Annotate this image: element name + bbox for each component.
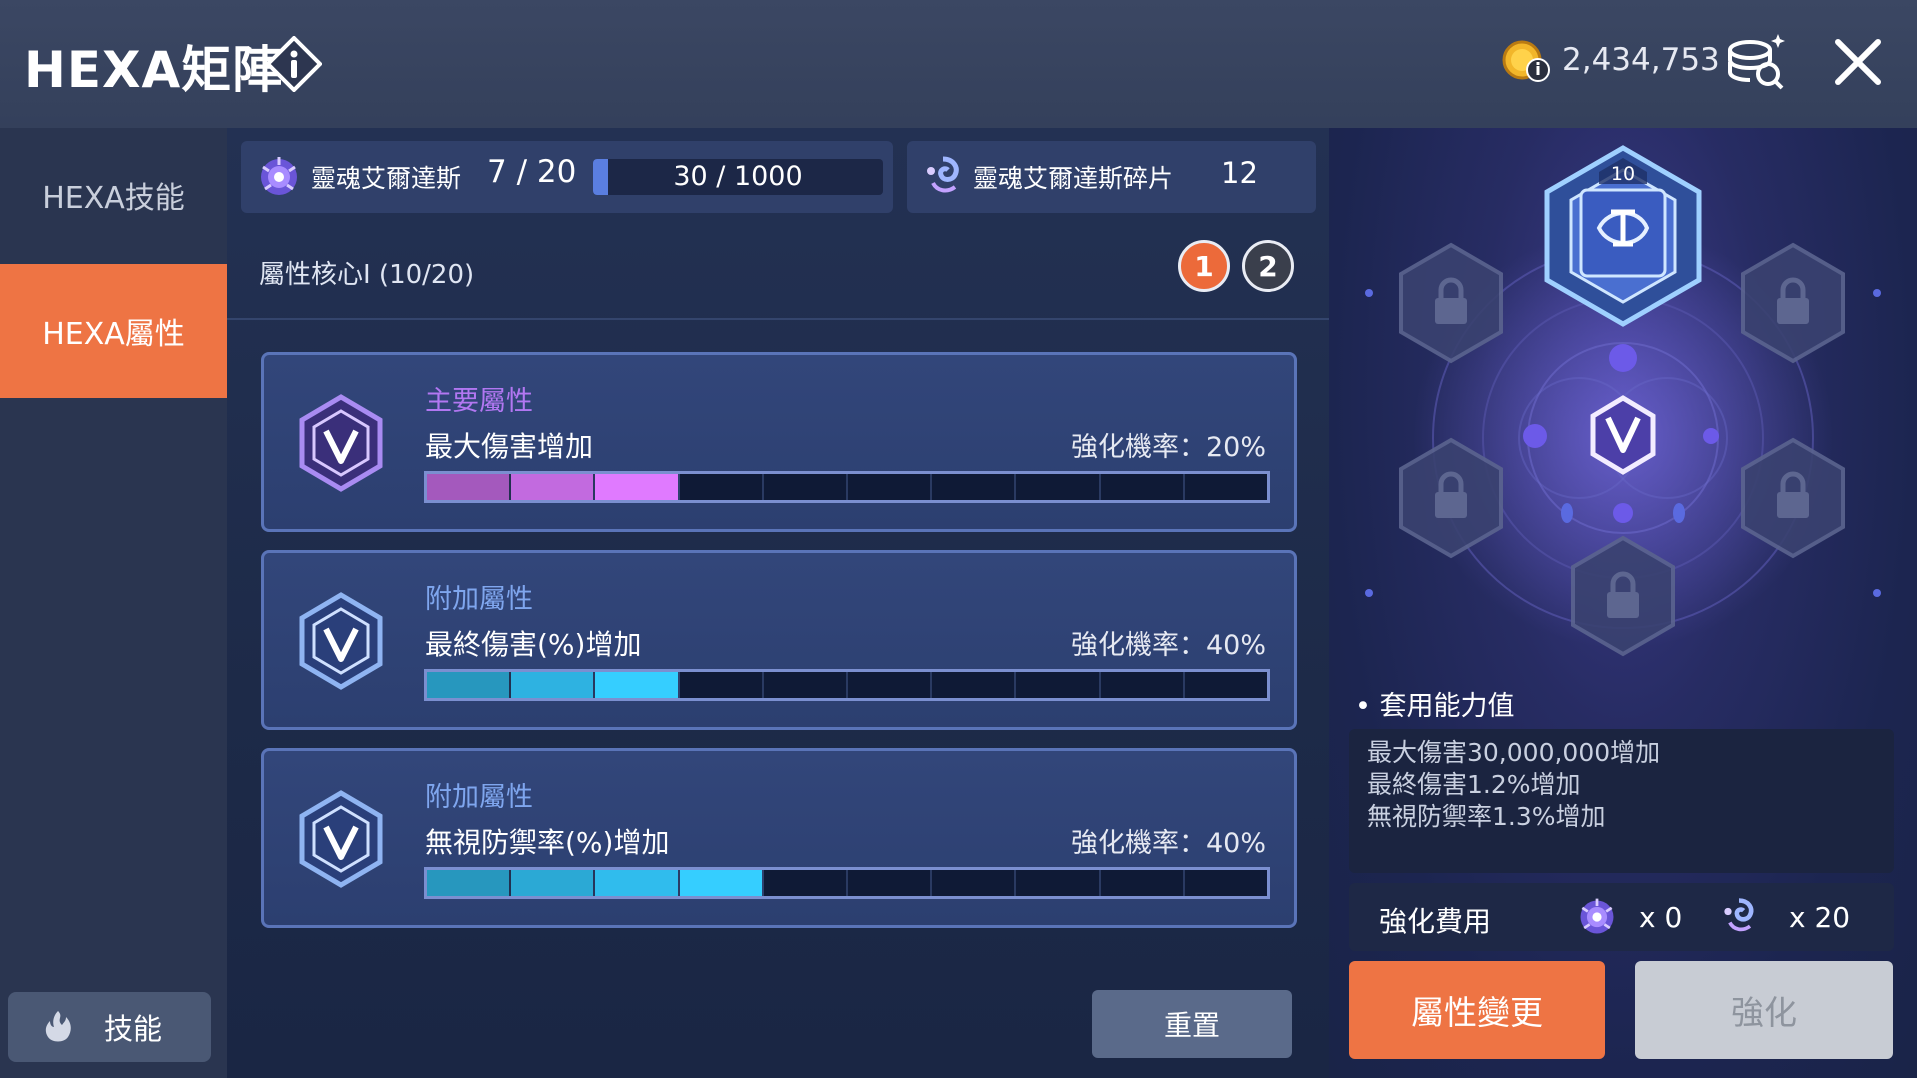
meso-coin-icon[interactable] xyxy=(1500,38,1552,84)
level-segment-empty xyxy=(680,672,764,698)
attribute-rate: 強化機率：40% xyxy=(1070,828,1266,859)
skill-button[interactable]: 技能 xyxy=(8,992,211,1062)
core-title: 屬性核心I (10/20) xyxy=(259,260,475,290)
sidebar: HEXA技能 HEXA屬性 xyxy=(0,128,227,1078)
soul-erdas-count: 7 / 20 xyxy=(487,154,577,190)
hexa-core-diagram: 10 xyxy=(1365,145,1881,657)
bullet-dot: • xyxy=(1355,691,1380,722)
erdas-cost-value: x 0 xyxy=(1639,901,1683,934)
level-segment-empty xyxy=(848,672,933,698)
level-segment-filled xyxy=(511,474,596,500)
level-segment-empty xyxy=(848,870,933,896)
attribute-level-bar xyxy=(424,471,1270,503)
attribute-type: 附加屬性 xyxy=(425,584,533,615)
fragment-box: 靈魂艾爾達斯碎片 12 xyxy=(907,141,1316,213)
enhance-button[interactable]: 強化 xyxy=(1635,961,1893,1059)
fragment-label: 靈魂艾爾達斯碎片 xyxy=(973,164,1174,193)
exp-progress-text: 30 / 1000 xyxy=(673,161,803,192)
level-segment-filled xyxy=(595,672,680,698)
page-title: HEXA矩陣 xyxy=(24,41,284,99)
erdas-fragment-icon xyxy=(1724,898,1754,932)
level-segment-empty xyxy=(1101,870,1185,896)
level-segment-empty xyxy=(1101,474,1185,500)
exp-progress-bar: 30 / 1000 xyxy=(593,159,883,195)
applied-stat-line: 無視防禦率1.3%增加 xyxy=(1367,802,1606,831)
applied-stat-line: 最大傷害30,000,000增加 xyxy=(1367,738,1661,767)
attribute-name: 最大傷害增加 xyxy=(425,430,594,463)
level-segment-empty xyxy=(932,474,1017,500)
main-attribute-hex-icon xyxy=(299,394,383,492)
level-segment-empty xyxy=(1016,870,1101,896)
center-emblem-icon xyxy=(1590,395,1656,475)
hexa-core-panel: 10 • 套用能力值 最大傷害30,000,000增加 最終傷害1.2%增加 無… xyxy=(1329,128,1917,1078)
attribute-name: 最終傷害(%)增加 xyxy=(425,628,642,661)
level-segment-filled xyxy=(511,870,596,896)
level-segment-empty xyxy=(1101,672,1185,698)
soul-erdas-box: 靈魂艾爾達斯 7 / 20 30 / 1000 xyxy=(241,141,893,213)
soul-erdas-label: 靈魂艾爾達斯 xyxy=(311,164,462,193)
skill-button-label: 技能 xyxy=(104,1012,163,1046)
tab-hexa-skill[interactable]: HEXA技能 xyxy=(0,128,227,262)
attribute-level-bar xyxy=(424,867,1270,899)
fragment-cost-value: x 20 xyxy=(1789,901,1851,934)
coin-exchange-icon[interactable] xyxy=(1720,30,1790,92)
erdas-fragment-icon xyxy=(927,156,959,193)
level-segment-empty xyxy=(932,672,1017,698)
reset-button[interactable]: 重置 xyxy=(1092,990,1292,1058)
attribute-name: 無視防禦率(%)增加 xyxy=(425,826,670,859)
level-segment-empty xyxy=(764,870,849,896)
level-segment-filled xyxy=(427,672,512,698)
level-segment-empty xyxy=(1016,672,1101,698)
enhance-cost-label: 強化費用 xyxy=(1379,905,1492,938)
level-segment-empty xyxy=(1185,672,1267,698)
attribute-card-additional-2[interactable]: 附加屬性 無視防禦率(%)增加 強化機率：40% xyxy=(261,748,1297,928)
level-segment-filled xyxy=(427,474,512,500)
level-segment-empty xyxy=(680,474,764,500)
level-segment-empty xyxy=(1185,474,1267,500)
applied-stats-title: • 套用能力值 xyxy=(1355,684,1515,723)
attribute-rate: 強化機率：20% xyxy=(1070,432,1266,463)
attribute-level-bar xyxy=(424,669,1270,701)
additional-attribute-hex-icon xyxy=(299,592,383,690)
change-attribute-button[interactable]: 屬性變更 xyxy=(1349,961,1605,1059)
attribute-type: 附加屬性 xyxy=(425,782,533,813)
level-segment-empty xyxy=(932,870,1017,896)
core-level-label: 10 xyxy=(1611,163,1635,185)
level-segment-filled xyxy=(427,870,512,896)
attribute-type: 主要屬性 xyxy=(425,386,533,417)
tab-hexa-attribute[interactable]: HEXA屬性 xyxy=(0,264,227,398)
core-page-2-button[interactable]: 2 xyxy=(1242,240,1294,292)
attribute-rate: 強化機率：40% xyxy=(1070,630,1266,661)
soul-erdas-icon xyxy=(1580,898,1614,934)
level-segment-empty xyxy=(1016,474,1101,500)
top-bar: HEXA矩陣 2,434,753 xyxy=(0,0,1917,128)
applied-stats-box: 最大傷害30,000,000增加 最終傷害1.2%增加 無視防禦率1.3%增加 xyxy=(1349,729,1894,873)
core-header: 屬性核心I (10/20) xyxy=(227,228,1329,320)
fragment-count: 12 xyxy=(1221,156,1258,190)
core-page-1-button[interactable]: 1 xyxy=(1178,240,1230,292)
attribute-card-main[interactable]: 主要屬性 最大傷害增加 強化機率：20% xyxy=(261,352,1297,532)
additional-attribute-hex-icon xyxy=(299,790,383,888)
level-segment-empty xyxy=(764,474,849,500)
level-segment-filled xyxy=(595,474,680,500)
coin-amount: 2,434,753 xyxy=(1562,42,1720,78)
applied-stats-title-text: 套用能力值 xyxy=(1379,691,1515,722)
enhance-cost-row: 強化費用 x 0 x 20 xyxy=(1349,883,1894,951)
level-segment-filled xyxy=(511,672,596,698)
close-icon[interactable] xyxy=(1830,34,1886,90)
attribute-panel: 靈魂艾爾達斯 7 / 20 30 / 1000 靈魂艾爾達斯碎片 12 屬性核心… xyxy=(227,128,1329,1078)
attribute-card-additional-1[interactable]: 附加屬性 最終傷害(%)增加 強化機率：40% xyxy=(261,550,1297,730)
info-icon[interactable] xyxy=(266,36,322,92)
level-segment-empty xyxy=(848,474,933,500)
soul-erdas-icon xyxy=(261,157,297,195)
level-segment-filled xyxy=(679,870,764,896)
level-segment-empty xyxy=(1185,870,1267,896)
level-segment-empty xyxy=(764,672,849,698)
level-segment-filled xyxy=(595,870,680,896)
flame-fist-icon xyxy=(45,1011,71,1042)
applied-stat-line: 最終傷害1.2%增加 xyxy=(1367,770,1581,799)
